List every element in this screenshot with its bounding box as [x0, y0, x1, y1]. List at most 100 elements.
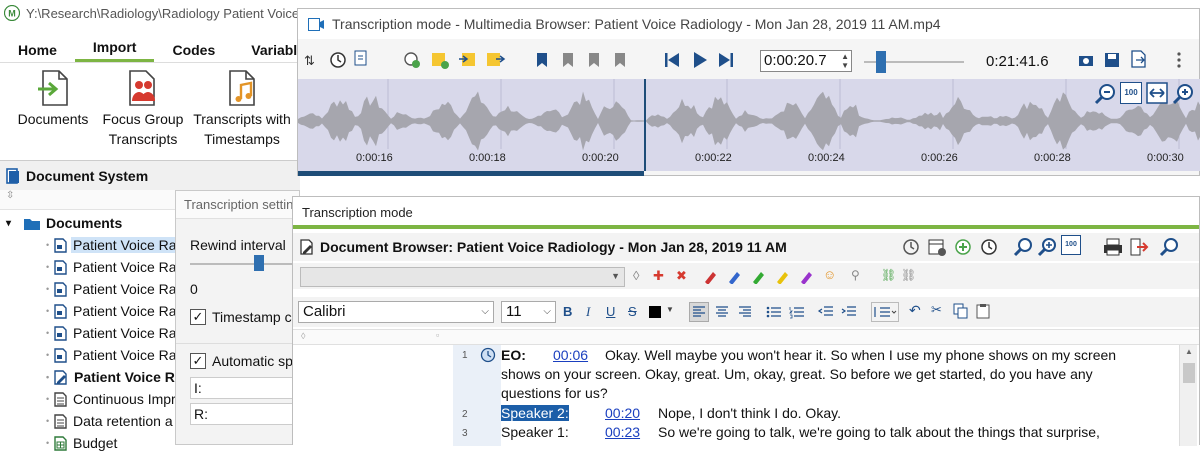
automatic-speaker-checkbox[interactable]: ✓: [190, 353, 206, 369]
align-right-button[interactable]: [736, 303, 754, 321]
play-icon[interactable]: [692, 51, 708, 69]
zoom-100-button[interactable]: 100: [1120, 82, 1142, 104]
settings-clock-icon[interactable]: [328, 50, 348, 70]
export-memo-icon[interactable]: [486, 50, 506, 70]
scroll-up-icon[interactable]: ▲: [1185, 347, 1193, 356]
zoom-in-icon[interactable]: [1172, 83, 1194, 105]
paste-icon[interactable]: [975, 303, 991, 319]
timestamp-settings-icon[interactable]: [979, 237, 999, 257]
import-timestamp-transcripts-button[interactable]: Transcripts with Timestamps: [190, 69, 294, 149]
tab-home[interactable]: Home: [0, 42, 75, 62]
collapse-chevron-icon[interactable]: ▾: [6, 218, 24, 229]
zoom-out-icon[interactable]: [1094, 83, 1116, 105]
highlighter-purple-icon[interactable]: [799, 268, 813, 284]
timestamp-link[interactable]: 00:20: [605, 405, 640, 421]
tree-item[interactable]: • Continuous Impr: [46, 388, 178, 410]
add-memo-icon[interactable]: [430, 50, 450, 70]
timestamp-clock-icon[interactable]: [480, 347, 496, 363]
copy-icon[interactable]: [953, 303, 969, 319]
cut-icon[interactable]: ✂: [931, 302, 942, 318]
calendar-icon[interactable]: [927, 237, 947, 257]
rewind-slider-thumb[interactable]: [254, 255, 264, 271]
export-audio-icon[interactable]: [354, 50, 370, 68]
code-add-icon[interactable]: ✚: [653, 268, 664, 284]
transcript-text-area[interactable]: 1 EO: 00:06 Okay. Well maybe you won't h…: [293, 345, 1199, 446]
line-spacing-dropdown[interactable]: [871, 302, 899, 322]
more-options-icon[interactable]: [1176, 51, 1182, 69]
bookmark-delete-icon[interactable]: [614, 52, 626, 68]
add-timestamp-icon[interactable]: [953, 237, 973, 257]
scrollbar-thumb[interactable]: [1183, 363, 1195, 383]
decrease-indent-button[interactable]: [817, 303, 835, 321]
bookmark-icon[interactable]: [536, 52, 548, 68]
timestamp-checkbox[interactable]: ✓: [190, 309, 206, 325]
speaker-r-field[interactable]: R:: [190, 403, 301, 425]
tree-item[interactable]: • Patient Voice Ra: [46, 278, 179, 300]
rewind-slider-track[interactable]: [190, 263, 300, 265]
tree-item[interactable]: • Patient Voice Ra: [46, 322, 179, 344]
zoom-100-text-button[interactable]: 100: [1061, 235, 1081, 255]
link-add-icon[interactable]: ⛓: [881, 268, 896, 282]
align-center-button[interactable]: [713, 303, 731, 321]
save-icon[interactable]: [1104, 52, 1120, 68]
import-documents-button[interactable]: Documents: [14, 69, 92, 129]
font-size-select[interactable]: 11 ⌵: [501, 301, 556, 323]
pin-code-icon[interactable]: ⚲: [851, 268, 860, 282]
vertical-scrollbar[interactable]: ▲: [1179, 345, 1197, 446]
link-remove-icon[interactable]: ⛓: [901, 268, 916, 282]
fit-width-icon[interactable]: [1146, 82, 1168, 104]
code-selector-dropdown[interactable]: ▼: [300, 267, 625, 287]
search-text-icon[interactable]: [1013, 237, 1033, 257]
tree-item[interactable]: • Patient Voice Ra: [46, 234, 179, 256]
highlighter-green-icon[interactable]: [751, 268, 765, 284]
highlighter-yellow-icon[interactable]: [775, 268, 789, 284]
undo-icon[interactable]: ↶: [909, 302, 921, 319]
highlighter-red-icon[interactable]: [703, 268, 717, 284]
import-focus-group-button[interactable]: Focus Group Transcripts: [98, 69, 188, 149]
italic-button[interactable]: I: [586, 304, 590, 320]
time-stepper-icon[interactable]: ▲ ▼: [841, 52, 849, 70]
current-time-field[interactable]: 0:00:20.7 ▲ ▼: [760, 50, 852, 72]
bullet-list-button[interactable]: [765, 303, 783, 321]
tree-item[interactable]: • Data retention a: [46, 410, 175, 432]
code-pin-icon[interactable]: ◊: [633, 268, 639, 283]
underline-button[interactable]: U: [606, 304, 615, 319]
code-remove-icon[interactable]: ✖: [676, 268, 687, 284]
tree-root-documents[interactable]: ▾ Documents: [6, 212, 124, 234]
tree-item[interactable]: • Patient Voice Ra: [46, 300, 179, 322]
align-left-button[interactable]: [689, 302, 709, 322]
waveform-display[interactable]: 0:00:16 0:00:18 0:00:20 0:00:22 0:00:24 …: [298, 79, 1200, 171]
chevron-down-icon[interactable]: ▼: [666, 305, 674, 314]
skip-forward-icon[interactable]: [718, 51, 734, 69]
timestamp-link[interactable]: 00:06: [553, 347, 588, 363]
filter-icon[interactable]: ⇅: [304, 53, 315, 69]
playhead-cursor[interactable]: [644, 79, 646, 171]
import-memo-icon[interactable]: [458, 50, 478, 70]
search-icon[interactable]: [1159, 237, 1179, 257]
text-color-swatch[interactable]: [649, 306, 661, 318]
tree-item[interactable]: • Patient Voice Ra: [46, 344, 179, 366]
tab-import[interactable]: Import: [74, 39, 155, 62]
highlighter-blue-icon[interactable]: [727, 268, 741, 284]
zoom-in-text-icon[interactable]: [1037, 237, 1057, 257]
bold-button[interactable]: B: [563, 304, 572, 319]
print-icon[interactable]: [1103, 237, 1123, 257]
emoticode-icon[interactable]: ☺: [823, 267, 836, 282]
add-clip-icon[interactable]: [402, 50, 422, 70]
snapshot-icon[interactable]: [1078, 52, 1094, 68]
bookmark-prev-icon[interactable]: [588, 52, 600, 68]
tree-item-active[interactable]: • Patient Voice R: [46, 366, 177, 388]
numbered-list-button[interactable]: [788, 303, 806, 321]
tab-codes[interactable]: Codes: [154, 42, 233, 62]
sync-icon[interactable]: [901, 237, 921, 257]
increase-indent-button[interactable]: [840, 303, 858, 321]
export-document-icon[interactable]: [1130, 50, 1148, 68]
bookmark-next-icon[interactable]: [562, 52, 574, 68]
tree-item[interactable]: • Budget: [46, 432, 119, 454]
speaker-label-selected[interactable]: Speaker 2:: [501, 405, 569, 421]
export-icon[interactable]: [1129, 237, 1149, 257]
speaker-i-field[interactable]: I:: [190, 377, 301, 399]
tree-item[interactable]: • Patient Voice Ra: [46, 256, 179, 278]
skip-back-icon[interactable]: [664, 51, 680, 69]
strikethrough-button[interactable]: S: [628, 304, 637, 319]
